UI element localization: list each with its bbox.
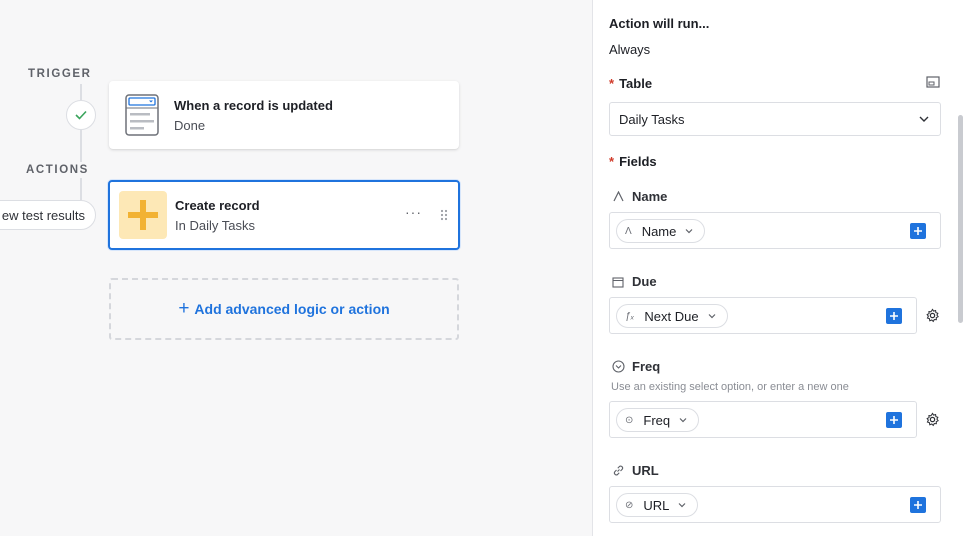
link-icon (611, 464, 625, 477)
run-condition-label: Action will run... (609, 16, 710, 31)
text-field-icon (611, 191, 625, 202)
required-mark: * (609, 76, 615, 91)
trigger-section-label: TRIGGER (28, 68, 92, 80)
panel-scrollbar[interactable] (958, 115, 963, 323)
more-options-icon[interactable]: ··· (405, 204, 422, 220)
trigger-done-check (66, 100, 96, 130)
select-field-icon (611, 360, 625, 373)
field-name-text: Freq (632, 359, 661, 374)
chip-label: Name (641, 223, 677, 239)
connector-line (80, 84, 82, 100)
insert-field-plus-icon[interactable] (910, 497, 926, 513)
name-field-input[interactable]: Λ Name (609, 212, 941, 249)
field-label-due: Due (611, 274, 657, 289)
connector-line (80, 178, 82, 200)
expand-panel-icon[interactable] (926, 75, 940, 89)
plus-icon: + (178, 298, 190, 319)
insert-field-plus-icon[interactable] (886, 308, 902, 324)
table-select[interactable]: Daily Tasks (609, 102, 941, 136)
fields-section-label: * Fields (609, 154, 657, 169)
view-test-results-button[interactable]: ew test results (0, 200, 96, 230)
add-action-label: Add advanced logic or action (194, 301, 390, 317)
run-condition-value[interactable]: Always (609, 42, 650, 57)
insert-field-plus-icon[interactable] (886, 412, 902, 428)
actions-section-label: ACTIONS (26, 164, 89, 176)
calendar-icon (611, 276, 625, 288)
text-field-icon: Λ (625, 225, 632, 237)
url-field-input[interactable]: ⊘ URL (609, 486, 941, 523)
chevron-down-icon (707, 311, 717, 321)
next-due-token-chip[interactable]: ƒₓ Next Due (616, 304, 728, 328)
fields-label-text: Fields (619, 154, 657, 169)
chevron-down-icon (677, 500, 687, 510)
gear-icon[interactable] (924, 411, 940, 427)
table-label-text: Table (619, 76, 653, 91)
chevron-down-icon (684, 226, 694, 236)
url-token-chip[interactable]: ⊘ URL (616, 493, 699, 517)
field-name-text: Name (632, 189, 668, 204)
action-card-create-record[interactable]: Create record In Daily Tasks ··· (108, 180, 460, 250)
field-name-text: Due (632, 274, 657, 289)
field-label-name: Name (611, 189, 667, 204)
chip-label: Freq (643, 412, 671, 428)
field-label-url: URL (611, 463, 659, 478)
action-title: Create record (175, 197, 260, 213)
table-field-label: * Table (609, 76, 652, 91)
action-subtitle: In Daily Tasks (175, 217, 255, 233)
table-select-value: Daily Tasks (619, 111, 685, 127)
chevron-down-icon (678, 415, 688, 425)
chip-label: Next Due (644, 308, 699, 324)
freq-field-hint: Use an existing select option, or enter … (611, 381, 849, 393)
drag-handle-icon[interactable] (440, 208, 448, 226)
trigger-card[interactable]: When a record is updated Done (109, 81, 459, 149)
select-field-icon: ⊙ (625, 414, 634, 426)
required-mark: * (609, 154, 615, 169)
automation-canvas: TRIGGER ACTIONS ew test results When a r… (0, 0, 592, 536)
field-label-freq: Freq (611, 359, 660, 374)
table-record-icon (125, 94, 159, 136)
chevron-down-icon (918, 113, 930, 128)
trigger-status: Done (174, 117, 206, 133)
field-name-text: URL (632, 463, 659, 478)
formula-icon: ƒₓ (625, 310, 635, 322)
link-icon: ⊘ (625, 499, 634, 511)
freq-field-input[interactable]: ⊙ Freq (609, 401, 917, 438)
add-advanced-logic-button[interactable]: + Add advanced logic or action (109, 278, 459, 340)
due-field-input[interactable]: ƒₓ Next Due (609, 297, 917, 334)
gear-icon[interactable] (924, 307, 940, 323)
insert-field-plus-icon[interactable] (910, 223, 926, 239)
name-token-chip[interactable]: Λ Name (616, 219, 706, 243)
chip-label: URL (643, 497, 670, 513)
action-config-panel: Action will run... Always * Table Daily T… (592, 0, 963, 536)
plus-icon (119, 191, 167, 239)
check-icon (75, 110, 87, 120)
freq-token-chip[interactable]: ⊙ Freq (616, 408, 700, 432)
connector-line (80, 130, 82, 162)
trigger-title: When a record is updated (174, 97, 333, 113)
